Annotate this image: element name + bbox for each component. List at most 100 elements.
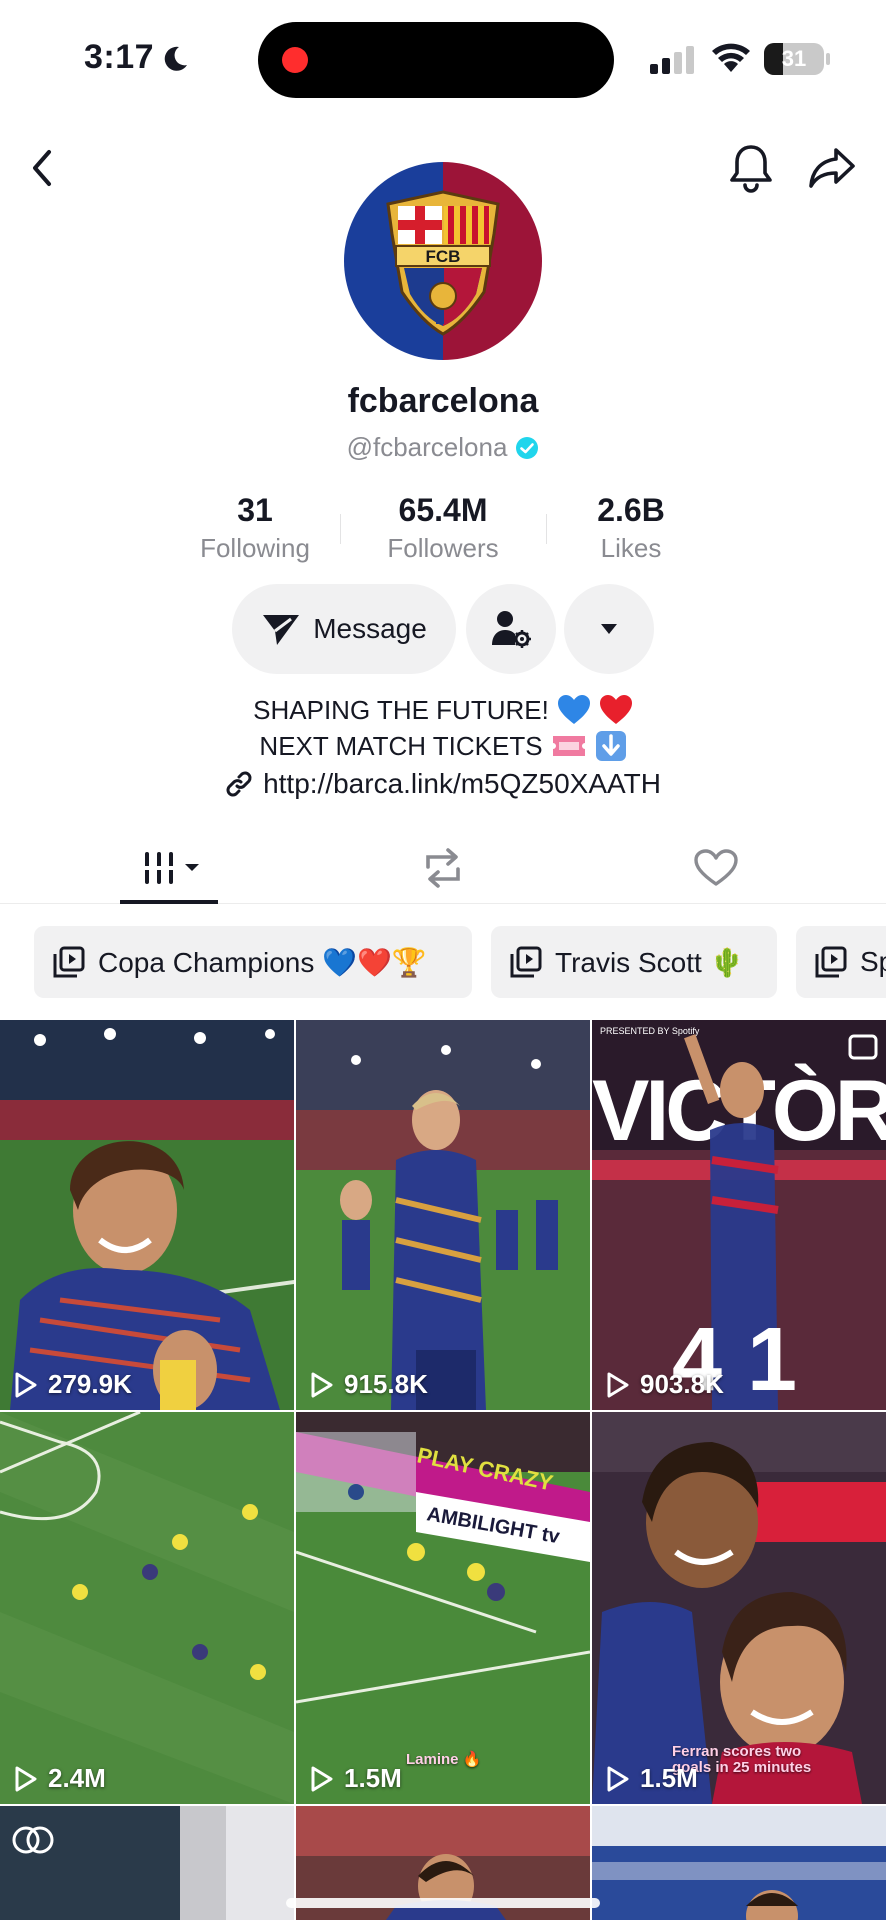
profile-avatar[interactable]: FCB — [344, 162, 542, 360]
view-count: 2.4M — [14, 1763, 106, 1794]
back-button[interactable] — [18, 136, 66, 200]
handle-row: @fcbarcelona — [0, 432, 886, 463]
chevron-left-icon — [33, 150, 51, 186]
dynamic-island — [258, 22, 614, 98]
video-thumbnail-image — [592, 1806, 886, 1920]
stat-following[interactable]: 31 Following — [160, 492, 350, 564]
suggested-accounts-button[interactable] — [466, 584, 556, 674]
playlist-chip[interactable]: Travis Scott 🌵 — [491, 926, 777, 998]
followers-label: Followers — [387, 533, 499, 563]
bell-icon — [730, 145, 772, 193]
play-icon — [607, 1766, 629, 1791]
battery-indicator: 31 — [764, 43, 830, 75]
verified-badge-icon — [516, 436, 539, 459]
view-count: 1.5M — [310, 1763, 402, 1794]
video-thumbnail[interactable] — [592, 1806, 886, 1920]
view-count-text: 1.5M — [344, 1763, 402, 1793]
share-button[interactable] — [800, 136, 864, 200]
playlist-icon — [510, 946, 542, 978]
svg-text:PRESENTED BY Spotify: PRESENTED BY Spotify — [600, 1026, 700, 1036]
battery-percent: 31 — [781, 46, 807, 71]
video-thumbnail-image — [0, 1020, 294, 1410]
caret-down-icon — [601, 624, 617, 634]
stat-followers[interactable]: 65.4M Followers — [348, 492, 538, 564]
message-button[interactable]: Message — [232, 584, 456, 674]
notifications-button[interactable] — [722, 136, 780, 200]
video-thumbnail[interactable]: PLAY CRAZY AMBILIGHT tv Lamine 🔥 1.5M — [296, 1412, 590, 1804]
video-thumbnail[interactable]: PRESENTED BY Spotify VICTÒRIA 4 1 903.8K — [592, 1020, 886, 1410]
video-thumbnail[interactable]: 2.4M — [0, 1412, 294, 1804]
send-icon — [263, 615, 300, 645]
bio-link-text: http://barca.link/m5QZ50XAATH — [263, 768, 661, 799]
person-gear-icon — [492, 611, 531, 648]
video-thumbnail[interactable]: Ferran scores two goals in 25 minutes 1.… — [592, 1412, 886, 1804]
playlist-label: Travis Scott 🌵 — [555, 946, 745, 978]
cellular-signal-icon — [650, 46, 694, 74]
view-count-text: 2.4M — [48, 1763, 106, 1793]
likes-count: 2.6B — [597, 492, 665, 528]
view-count-text: 1.5M — [640, 1763, 698, 1793]
wifi-icon — [712, 43, 750, 72]
profile-actions: Message — [0, 584, 886, 674]
home-indicator — [286, 1898, 600, 1908]
playlist-icon — [815, 946, 847, 978]
playlist-chip[interactable]: Copa Champions 💙❤️🏆 — [34, 926, 472, 998]
view-count: 915.8K — [310, 1369, 428, 1400]
tab-videos[interactable] — [90, 832, 250, 904]
more-options-button[interactable] — [564, 584, 654, 674]
view-count: 1.5M — [606, 1763, 698, 1794]
grid-icon — [139, 852, 199, 884]
video-thumbnail-image — [0, 1412, 294, 1804]
playlist-icon — [53, 946, 85, 978]
video-thumbnail-image: PLAY CRAZY AMBILIGHT tv — [296, 1412, 590, 1804]
bio-link[interactable]: http://barca.link/m5QZ50XAATH — [0, 768, 886, 800]
tab-liked[interactable] — [636, 832, 796, 904]
view-count-text: 903.8K — [640, 1369, 724, 1399]
ticket-icon — [552, 736, 585, 756]
playlist-label: Copa Champions 💙❤️🏆 — [98, 946, 427, 978]
following-label: Following — [200, 533, 310, 563]
active-tab-indicator — [120, 900, 218, 904]
video-thumbnail-image — [0, 1806, 294, 1920]
share-icon — [809, 148, 855, 188]
play-icon — [311, 1372, 333, 1397]
view-count: 903.8K — [606, 1369, 724, 1400]
video-caption: Lamine 🔥 — [406, 1751, 482, 1768]
play-icon — [311, 1766, 333, 1791]
down-arrow-icon — [595, 731, 626, 761]
video-thumbnail[interactable]: 279.9K — [0, 1020, 294, 1410]
display-name: fcbarcelona — [347, 382, 539, 420]
following-count: 31 — [237, 492, 273, 528]
video-thumbnail[interactable] — [0, 1806, 294, 1920]
likes-label: Likes — [600, 533, 662, 563]
play-icon — [607, 1372, 629, 1397]
link-icon — [226, 771, 252, 797]
fcb-crest-icon: FCB — [386, 190, 500, 336]
profile-stats: 31 Following 65.4M Followers 2.6B Likes — [160, 492, 726, 564]
followers-count: 65.4M — [398, 492, 488, 528]
stat-likes[interactable]: 2.6B Likes — [536, 492, 726, 564]
view-count-text: 915.8K — [344, 1369, 428, 1399]
bio: SHAPING THE FUTURE! NEXT MATCH TICKETS — [0, 692, 886, 764]
content-tabs — [0, 832, 886, 904]
blue-heart-icon — [557, 695, 590, 724]
video-thumbnail[interactable]: 915.8K — [296, 1020, 590, 1410]
video-thumbnail-image — [296, 1020, 590, 1410]
bio-line-2: NEXT MATCH TICKETS — [259, 731, 543, 761]
play-icon — [15, 1372, 37, 1397]
view-count-text: 279.9K — [48, 1369, 132, 1399]
repost-icon — [426, 848, 460, 888]
playlists-row: Copa Champions 💙❤️🏆 Travis Scott 🌵 Sp — [34, 926, 886, 998]
message-label: Message — [313, 613, 427, 644]
play-icon — [15, 1766, 37, 1791]
video-grid: 279.9K 915.8K PRESENTED BY Spotify 4 1 9… — [0, 1020, 886, 1920]
status-bar: 3:17 31 — [0, 0, 886, 120]
username-handle: @fcbarcelona — [346, 432, 508, 462]
status-time: 3:17 — [84, 38, 155, 76]
svg-text:FCB: FCB — [426, 247, 461, 266]
view-count: 279.9K — [14, 1369, 132, 1400]
playlist-chip[interactable]: Sp — [796, 926, 886, 998]
video-thumbnail-image: PRESENTED BY Spotify VICTÒRIA 4 1 — [592, 1020, 886, 1410]
tab-reposts[interactable] — [363, 832, 523, 904]
recording-indicator-icon — [282, 47, 308, 73]
